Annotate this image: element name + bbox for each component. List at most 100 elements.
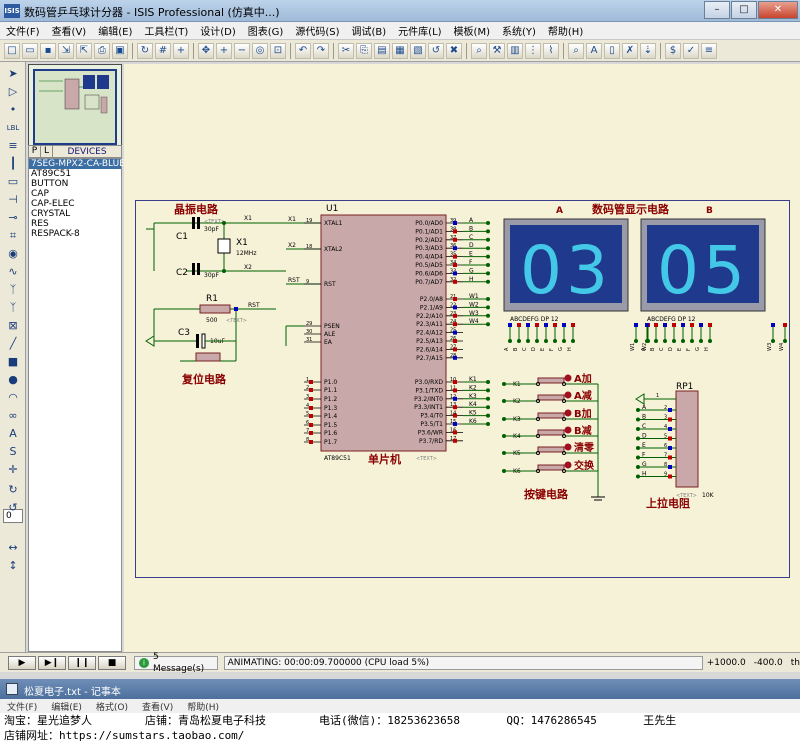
notepad-text-area[interactable]: 淘宝：星光追梦人 店铺：青岛松夏电子科技 电话(微信)：18253623658 …: [0, 713, 800, 744]
overview-window[interactable]: [28, 64, 122, 152]
device-list-item[interactable]: CAP-ELEC: [29, 199, 121, 209]
device-list-item[interactable]: RES: [29, 219, 121, 229]
minimize-button[interactable]: –: [704, 1, 730, 19]
remove-sheet-icon[interactable]: ✗: [622, 42, 638, 59]
notepad-menu-item[interactable]: 文件(F): [0, 700, 44, 713]
junction-icon[interactable]: •: [4, 102, 22, 118]
step-button[interactable]: ▶❙: [38, 655, 66, 670]
text-script-icon[interactable]: ≡: [4, 138, 22, 154]
notepad-menu-item[interactable]: 帮助(H): [180, 700, 226, 713]
pick-device-icon[interactable]: ⌕: [471, 42, 487, 59]
circle-icon[interactable]: ●: [4, 372, 22, 388]
rotate-cw-icon[interactable]: ↻: [4, 482, 22, 498]
schematic-canvas[interactable]: 晶振电路 C1 30pF C2 30pF X1 12MHz <TEXT> X1 X2 X1 X2 RST…: [124, 64, 800, 652]
subcircuit-icon[interactable]: ▭: [4, 174, 22, 190]
new-sheet-icon[interactable]: ▯: [604, 42, 620, 59]
notepad-title-bar[interactable]: 松夏电子.txt - 记事本: [0, 679, 800, 699]
generator-icon[interactable]: ∿: [4, 264, 22, 280]
make-device-icon[interactable]: ⚒: [489, 42, 505, 59]
copy-icon[interactable]: ⎘: [356, 42, 372, 59]
component-mode-icon[interactable]: ▷: [4, 84, 22, 100]
new-file-icon[interactable]: □: [4, 42, 20, 59]
undo-icon[interactable]: ↶: [295, 42, 311, 59]
erc-icon[interactable]: ✓: [683, 42, 699, 59]
device-list-item[interactable]: 7SEG-MPX2-CA-BLUE: [29, 159, 125, 169]
menu-item[interactable]: 文件(F): [0, 23, 46, 38]
schematic-sheet[interactable]: 晶振电路 C1 30pF C2 30pF X1 12MHz <TEXT> X1 X2 X1 X2 RST…: [135, 200, 790, 578]
wire-autoroute-icon[interactable]: ⌇: [543, 42, 559, 59]
device-list-item[interactable]: AT89C51: [29, 169, 121, 179]
line-icon[interactable]: ╱: [4, 336, 22, 352]
pick-devices-tab[interactable]: P: [29, 146, 41, 157]
zoom-all-icon[interactable]: ◎: [252, 42, 268, 59]
export-icon[interactable]: ⇱: [76, 42, 92, 59]
graph-icon[interactable]: ⌗: [4, 228, 22, 244]
pan-icon[interactable]: ✥: [198, 42, 214, 59]
marker-icon[interactable]: ✛: [4, 462, 22, 478]
menu-item[interactable]: 调试(B): [346, 23, 393, 38]
stop-button[interactable]: ■: [98, 655, 126, 670]
bus-icon[interactable]: ┃: [4, 156, 22, 172]
menu-item[interactable]: 模板(M): [448, 23, 496, 38]
block-rotate-icon[interactable]: ↺: [428, 42, 444, 59]
rotate-ccw-icon[interactable]: ↺: [4, 500, 22, 516]
bom-icon[interactable]: $: [665, 42, 681, 59]
package-icon[interactable]: ▥: [507, 42, 523, 59]
menu-item[interactable]: 元件库(L): [392, 23, 447, 38]
cut-icon[interactable]: ✂: [338, 42, 354, 59]
maximize-button[interactable]: □: [731, 1, 757, 19]
origin-icon[interactable]: +: [173, 42, 189, 59]
paste-icon[interactable]: ▤: [374, 42, 390, 59]
path-icon[interactable]: ∞: [4, 408, 22, 424]
device-list-item[interactable]: CAP: [29, 189, 121, 199]
pause-button[interactable]: ❙❙: [68, 655, 96, 670]
menu-item[interactable]: 帮助(H): [542, 23, 589, 38]
menu-item[interactable]: 源代码(S): [289, 23, 345, 38]
play-button[interactable]: ▶: [8, 655, 36, 670]
block-move-icon[interactable]: ▧: [410, 42, 426, 59]
search-icon[interactable]: ⌕: [568, 42, 584, 59]
menu-item[interactable]: 工具栏(T): [138, 23, 194, 38]
notepad-menu-item[interactable]: 查看(V): [135, 700, 180, 713]
netlist-icon[interactable]: ≡: [701, 42, 717, 59]
redo-icon[interactable]: ↷: [313, 42, 329, 59]
select-mode-icon[interactable]: ➤: [4, 66, 22, 82]
device-list-item[interactable]: CRYSTAL: [29, 209, 121, 219]
overview-viewport-frame[interactable]: [33, 69, 117, 145]
virtual-instrument-icon[interactable]: ⊠: [4, 318, 22, 334]
zoom-child-icon[interactable]: ⇣: [640, 42, 656, 59]
messages-box[interactable]: i 5 Message(s): [134, 652, 218, 674]
library-manager-tab[interactable]: L: [41, 146, 53, 157]
notepad-menu-item[interactable]: 格式(O): [89, 700, 135, 713]
block-delete-icon[interactable]: ✖: [446, 42, 462, 59]
device-pin-icon[interactable]: ⊸: [4, 210, 22, 226]
terminal-icon[interactable]: ⊣: [4, 192, 22, 208]
device-list-item[interactable]: BUTTON: [29, 179, 121, 189]
current-probe-icon[interactable]: ᛉ: [4, 300, 22, 316]
device-list-item[interactable]: RESPACK-8: [29, 229, 121, 239]
zoom-in-icon[interactable]: +: [216, 42, 232, 59]
menu-item[interactable]: 图表(G): [242, 23, 290, 38]
menu-item[interactable]: 查看(V): [46, 23, 93, 38]
zoom-area-icon[interactable]: ⊡: [270, 42, 286, 59]
decompose-icon[interactable]: ⋮: [525, 42, 541, 59]
grid-icon[interactable]: #: [155, 42, 171, 59]
wire-label-icon[interactable]: LBL: [4, 120, 22, 136]
mirror-y-icon[interactable]: ↕: [4, 558, 22, 574]
close-button[interactable]: ✕: [758, 1, 798, 19]
voltage-probe-icon[interactable]: ᛉ: [4, 282, 22, 298]
box-icon[interactable]: ■: [4, 354, 22, 370]
save-icon[interactable]: ▪: [40, 42, 56, 59]
menu-item[interactable]: 设计(D): [194, 23, 242, 38]
zoom-out-icon[interactable]: −: [234, 42, 250, 59]
mirror-x-icon[interactable]: ↔: [4, 540, 22, 556]
block-copy-icon[interactable]: ▦: [392, 42, 408, 59]
text-icon[interactable]: A: [4, 426, 22, 442]
property-assign-icon[interactable]: A: [586, 42, 602, 59]
tape-recorder-icon[interactable]: ◉: [4, 246, 22, 262]
notepad-menu-item[interactable]: 编辑(E): [44, 700, 89, 713]
devices-list[interactable]: 7SEG-MPX2-CA-BLUE AT89C51 BUTTON CAP CAP-ELE…: [28, 158, 125, 652]
print-icon[interactable]: ⎙: [94, 42, 110, 59]
symbol-icon[interactable]: S: [4, 444, 22, 460]
refresh-icon[interactable]: ↻: [137, 42, 153, 59]
